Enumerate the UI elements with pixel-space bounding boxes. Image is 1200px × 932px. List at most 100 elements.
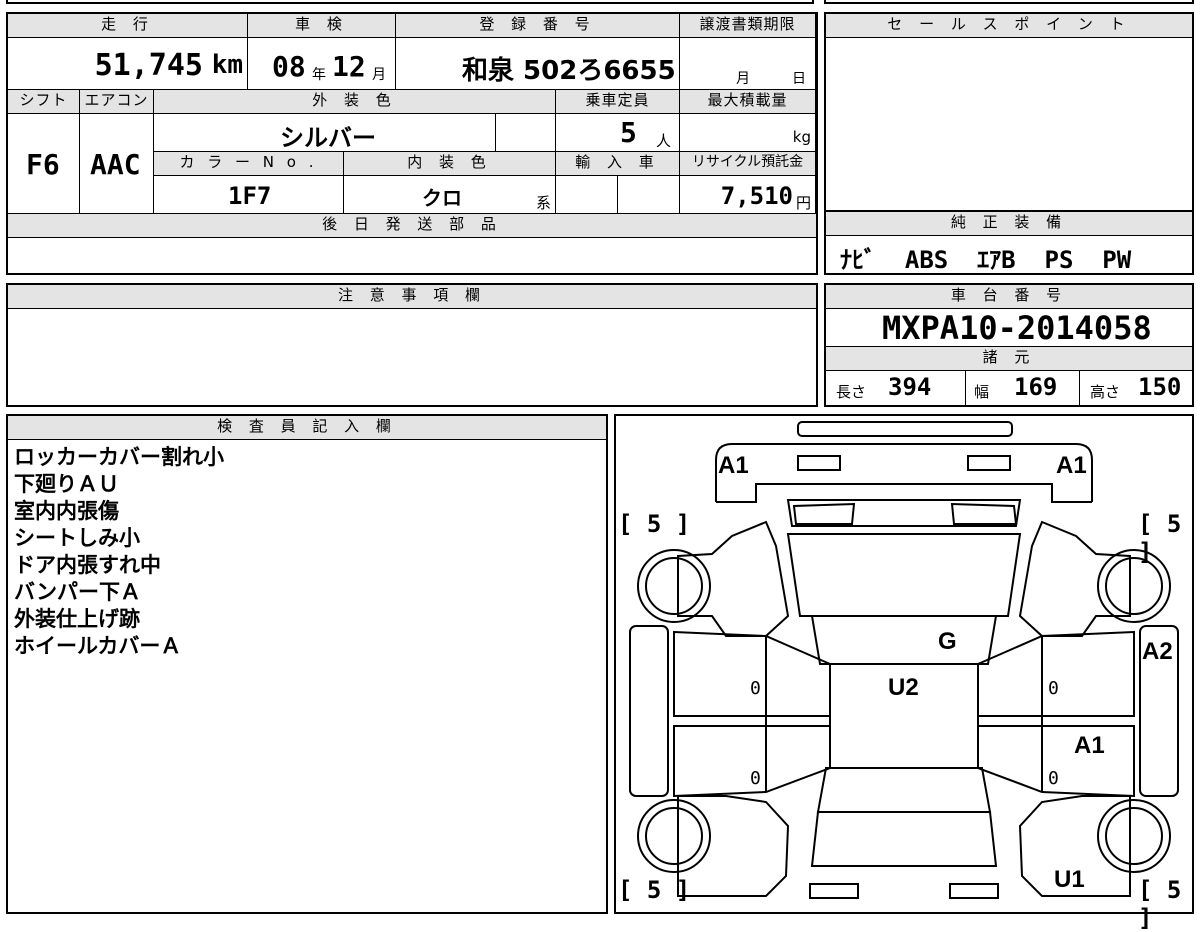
recycle-header: リサイクル預託金 — [680, 152, 816, 176]
transfer-day-unit: 日 — [792, 71, 806, 87]
top-cut-row — [6, 0, 814, 4]
later-parts-header: 後 日 発 送 部 品 — [8, 214, 816, 238]
damage-mark-center: U2 — [888, 674, 919, 701]
exterior-color-value: シルバー — [280, 124, 376, 152]
month-unit: 月 — [372, 67, 386, 83]
color-no-header: カ ラ ー N o . — [154, 152, 344, 176]
import-header: 輸 入 車 — [556, 152, 680, 176]
inspection-month: 12 — [332, 50, 366, 83]
chassis-header: 車 台 番 号 — [826, 285, 1192, 309]
recycle-value: 7,510 — [720, 182, 793, 210]
import-cell-2 — [618, 176, 680, 214]
import-cell-1 — [556, 176, 618, 214]
capacity-unit: 人 — [656, 132, 672, 150]
damage-mark-right-door: A1 — [1074, 732, 1105, 759]
equipment-header: 純 正 装 備 — [826, 212, 1192, 236]
capacity-cell: 5 人 — [556, 114, 680, 152]
max-load-cell: kg — [680, 114, 816, 152]
zero-mark: 0 — [750, 678, 761, 699]
inspection-year: 08 — [272, 50, 306, 83]
chassis-number: MXPA10-2014058 — [882, 309, 1152, 347]
max-load-unit: kg — [792, 128, 811, 146]
inspector-notes: ロッカーカバー割れ小 下廻りＡＵ 室内内張傷 シートしみ小 ドア内張すれ中 バン… — [14, 444, 224, 660]
zero-mark: 0 — [1048, 678, 1059, 699]
width-cell: 幅 169 — [966, 371, 1080, 405]
transfer-cell: 月 日 — [680, 38, 816, 90]
tire-grade-front-left: [ 5 ] — [618, 510, 691, 538]
interior-color-header: 内 装 色 — [344, 152, 556, 176]
width-label: 幅 — [974, 383, 990, 401]
transfer-deadline-header: 譲渡書類期限 — [680, 14, 816, 38]
color-no-cell: 1F7 — [154, 176, 344, 214]
inspection-header: 車 検 — [248, 14, 396, 38]
shift-cell: F6 — [8, 114, 80, 214]
specs-header: 諸 元 — [826, 347, 1192, 371]
height-cell: 高さ 150 — [1080, 371, 1192, 405]
exterior-color-cell: シルバー — [154, 114, 496, 152]
inspector-note: バンパー下Ａ — [14, 580, 142, 604]
exterior-color-header: 外 装 色 — [154, 90, 556, 114]
chassis-cell: MXPA10-2014058 — [826, 309, 1192, 347]
damage-mark-front-left: A1 — [718, 452, 749, 479]
height-label: 高さ — [1090, 383, 1121, 401]
equipment-value: ﾅﾋﾞ ABS ｴｱB PS PW — [840, 246, 1132, 274]
equipment-box: 純 正 装 備 ﾅﾋﾞ ABS ｴｱB PS PW — [824, 212, 1194, 275]
inspector-note: ドア内張すれ中 — [14, 553, 161, 577]
length-label: 長さ — [836, 383, 867, 401]
recycle-cell: 7,510 円 — [680, 176, 816, 214]
chassis-box: 車 台 番 号 MXPA10-2014058 諸 元 長さ 394 幅 169 … — [824, 283, 1194, 407]
aircon-cell: AAC — [80, 114, 154, 214]
transfer-month-unit: 月 — [736, 71, 750, 87]
interior-color-value: クロ — [422, 186, 462, 210]
mileage-cell: 51,745 km — [8, 38, 248, 90]
capacity-header: 乗車定員 — [556, 90, 680, 114]
inspector-note: シートしみ小 — [14, 526, 140, 550]
recycle-unit: 円 — [795, 194, 811, 212]
year-unit: 年 — [312, 67, 326, 83]
zero-mark: 0 — [750, 768, 761, 789]
tire-grade-front-right: [ 5 ] — [1138, 510, 1182, 566]
damage-mark-roof: G — [938, 628, 957, 655]
max-load-header: 最大積載量 — [680, 90, 816, 114]
inspector-box: 検 査 員 記 入 欄 ロッカーカバー割れ小 下廻りＡＵ 室内内張傷 シートしみ… — [6, 414, 608, 914]
registration-value: 和泉 502ろ6655 — [462, 56, 676, 86]
damage-mark-right-panel: A2 — [1142, 638, 1173, 665]
length-cell: 長さ 394 — [826, 371, 966, 405]
tire-grade-rear-right: [ 5 ] — [1138, 876, 1182, 932]
interior-color-suffix: 系 — [535, 194, 551, 212]
inspection-cell: 08 年 12 月 — [248, 38, 396, 90]
later-parts-area — [8, 238, 816, 273]
exterior-color-extra-cell — [496, 114, 556, 152]
zero-mark: 0 — [1048, 768, 1059, 789]
height-value: 150 — [1138, 373, 1182, 401]
sales-point-box: セ ー ル ス ポ イ ン ト — [824, 12, 1194, 212]
mileage-unit: km — [211, 50, 243, 80]
sales-point-header: セ ー ル ス ポ イ ン ト — [826, 14, 1192, 38]
caution-header: 注 意 事 項 欄 — [8, 285, 816, 309]
inspector-note: ロッカーカバー割れ小 — [14, 445, 224, 469]
interior-color-cell: クロ 系 — [344, 176, 556, 214]
mileage-value: 51,745 — [94, 48, 203, 83]
vehicle-info-table: 走 行 車 検 登 録 番 号 譲渡書類期限 51,745 km 08 年 12… — [6, 12, 818, 275]
top-cut-row-right — [824, 0, 1194, 4]
damage-mark-front-right: A1 — [1056, 452, 1087, 479]
mileage-header: 走 行 — [8, 14, 248, 38]
aircon-value: AAC — [90, 148, 141, 181]
width-value: 169 — [1014, 373, 1058, 401]
capacity-value: 5 — [620, 116, 637, 149]
inspector-header: 検 査 員 記 入 欄 — [8, 416, 606, 440]
inspector-note: ホイールカバーＡ — [14, 634, 182, 658]
car-outline-diagram — [629, 421, 1179, 899]
damage-mark-rear-right: U1 — [1054, 866, 1085, 893]
registration-cell: 和泉 502ろ6655 — [396, 38, 680, 90]
caution-box: 注 意 事 項 欄 — [6, 283, 818, 407]
inspector-note: 外装仕上げ跡 — [14, 607, 140, 631]
length-value: 394 — [888, 373, 932, 401]
inspector-note: 室内内張傷 — [14, 499, 119, 523]
shift-value: F6 — [26, 148, 60, 181]
car-diagram-box: A1 A1 G U2 A2 A1 U1 [ 5 ] [ 5 ] [ 5 ] [ … — [614, 414, 1194, 932]
inspector-note: 下廻りＡＵ — [14, 472, 119, 496]
registration-header: 登 録 番 号 — [396, 14, 680, 38]
aircon-header: エアコン — [80, 90, 154, 114]
shift-header: シフト — [8, 90, 80, 114]
